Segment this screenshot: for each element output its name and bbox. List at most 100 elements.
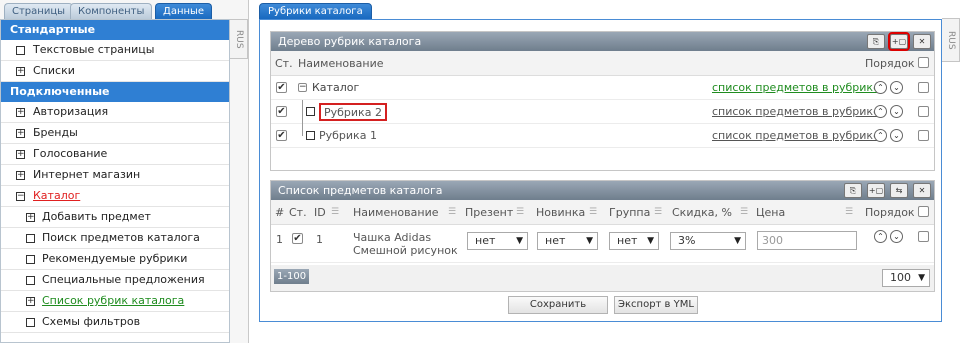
sidebar-subitem-rubric-list[interactable]: + Список рубрик каталога bbox=[1, 291, 229, 312]
sidebar-item-label: Добавить предмет bbox=[42, 210, 151, 223]
status-checkbox[interactable]: ✔ bbox=[276, 130, 287, 141]
tab-components[interactable]: Компоненты bbox=[70, 3, 153, 20]
expand-icon[interactable]: + bbox=[16, 150, 25, 159]
per-page-select[interactable]: 100 ▼ bbox=[882, 269, 930, 287]
discount-select[interactable]: 3% ▼ bbox=[670, 232, 746, 250]
sort-icon[interactable]: ☰ bbox=[589, 200, 597, 225]
page-range[interactable]: 1-100 bbox=[274, 269, 310, 284]
leaf-icon bbox=[306, 107, 315, 116]
tree-table-header: Ст. Наименование Порядок bbox=[271, 51, 934, 76]
tree-line bbox=[302, 100, 303, 124]
sidebar-item-text-pages[interactable]: Текстовые страницы bbox=[1, 40, 229, 61]
tree-row: ✔ − Каталог список предметов в рубрике ⌃… bbox=[271, 76, 934, 100]
row-number: 1 bbox=[276, 233, 283, 246]
delete-icon[interactable]: ✕ bbox=[913, 183, 931, 198]
dropdown-arrow-icon: ▼ bbox=[918, 273, 925, 283]
col-num: # bbox=[275, 206, 285, 219]
dropdown-arrow-icon: ▼ bbox=[516, 236, 523, 246]
sidebar-item-auth[interactable]: + Авторизация bbox=[1, 102, 229, 123]
sidebar-subitem-recommended[interactable]: Рекомендуемые рубрики bbox=[1, 249, 229, 270]
expand-icon[interactable]: + bbox=[26, 213, 35, 222]
sort-icon[interactable]: ☰ bbox=[845, 200, 853, 225]
language-tab[interactable]: RUS bbox=[230, 19, 248, 59]
sort-icon[interactable]: ☰ bbox=[654, 200, 662, 225]
move-up-icon[interactable]: ⌃ bbox=[874, 129, 887, 142]
copy-icon[interactable]: ⎘ bbox=[867, 34, 885, 49]
rubric-name[interactable]: Рубрика 2 bbox=[319, 103, 387, 121]
expand-icon[interactable]: + bbox=[16, 67, 25, 76]
sidebar-subitem-special[interactable]: Специальные предложения bbox=[1, 270, 229, 291]
row-checkbox[interactable] bbox=[918, 82, 929, 93]
present-select[interactable]: нет ▼ bbox=[467, 232, 528, 250]
move-up-icon[interactable]: ⌃ bbox=[874, 81, 887, 94]
move-down-icon[interactable]: ⌄ bbox=[890, 230, 903, 243]
row-checkbox[interactable] bbox=[918, 130, 929, 141]
expand-icon[interactable]: + bbox=[16, 108, 25, 117]
panel-title: Дерево рубрик каталога bbox=[278, 35, 422, 48]
sidebar-item-label: Интернет магазин bbox=[33, 168, 141, 181]
sort-icon[interactable]: ☰ bbox=[331, 200, 339, 225]
group-select[interactable]: нет ▼ bbox=[609, 232, 659, 250]
sidebar-item-label[interactable]: Каталог bbox=[33, 189, 80, 202]
row-checkbox[interactable] bbox=[918, 106, 929, 117]
sidebar-item-lists[interactable]: + Списки bbox=[1, 61, 229, 82]
export-yml-button[interactable]: Экспорт в YML bbox=[614, 296, 698, 314]
collapse-icon[interactable]: − bbox=[16, 192, 25, 201]
select-all-checkbox[interactable] bbox=[918, 206, 929, 217]
copy-icon[interactable]: ⎘ bbox=[844, 183, 862, 198]
items-in-rubric-link[interactable]: список предметов в рубрике bbox=[712, 104, 880, 120]
status-checkbox[interactable]: ✔ bbox=[276, 82, 287, 93]
dropdown-arrow-icon: ▼ bbox=[734, 236, 741, 246]
expand-icon[interactable]: + bbox=[16, 171, 25, 180]
items-in-rubric-link[interactable]: список предметов в рубрике bbox=[712, 128, 880, 144]
col-id: ID bbox=[314, 206, 326, 219]
novelty-select[interactable]: нет ▼ bbox=[537, 232, 598, 250]
sidebar-subitem-search[interactable]: Поиск предметов каталога bbox=[1, 228, 229, 249]
row-checkbox[interactable] bbox=[918, 231, 929, 242]
sidebar-item-label[interactable]: Список рубрик каталога bbox=[42, 294, 184, 307]
sidebar-item-label: Списки bbox=[33, 64, 75, 77]
per-page-value: 100 bbox=[890, 271, 911, 284]
move-down-icon[interactable]: ⌄ bbox=[890, 105, 903, 118]
move-up-icon[interactable]: ⌃ bbox=[874, 105, 887, 118]
leaf-icon bbox=[26, 276, 35, 285]
sidebar-item-voting[interactable]: + Голосование bbox=[1, 144, 229, 165]
expand-icon[interactable]: + bbox=[26, 297, 35, 306]
group-value: нет bbox=[617, 234, 638, 247]
sidebar-item-brands[interactable]: + Бренды bbox=[1, 123, 229, 144]
status-checkbox[interactable]: ✔ bbox=[292, 233, 303, 244]
sort-icon[interactable]: ☰ bbox=[448, 200, 456, 225]
tab-catalog-rubrics[interactable]: Рубрики каталога bbox=[259, 3, 372, 20]
save-button[interactable]: Сохранить bbox=[508, 296, 608, 314]
sidebar-item-catalog[interactable]: − Каталог bbox=[1, 186, 229, 207]
items-in-rubric-link[interactable]: список предметов в рубрике bbox=[712, 80, 880, 96]
sidebar-subitem-filters[interactable]: Схемы фильтров bbox=[1, 312, 229, 333]
sidebar-subitem-add-item[interactable]: + Добавить предмет bbox=[1, 207, 229, 228]
select-all-checkbox[interactable] bbox=[918, 57, 929, 68]
discount-value: 3% bbox=[678, 234, 696, 247]
col-status: Ст. bbox=[289, 206, 307, 219]
sort-icon[interactable]: ☰ bbox=[740, 200, 748, 225]
move-down-icon[interactable]: ⌄ bbox=[890, 81, 903, 94]
delete-icon[interactable]: ✕ bbox=[913, 34, 931, 49]
col-novelty: Новинка bbox=[536, 206, 586, 219]
language-tab[interactable]: RUS bbox=[942, 18, 960, 62]
sidebar-item-shop[interactable]: + Интернет магазин bbox=[1, 165, 229, 186]
expand-icon[interactable]: + bbox=[16, 129, 25, 138]
sort-icon[interactable]: ☰ bbox=[516, 200, 524, 225]
move-down-icon[interactable]: ⌄ bbox=[890, 129, 903, 142]
tree-row: ✔ Рубрика 1 список предметов в рубрике ⌃… bbox=[271, 124, 934, 148]
collapse-icon[interactable]: − bbox=[298, 83, 307, 92]
status-checkbox[interactable]: ✔ bbox=[276, 106, 287, 117]
panel-title: Список предметов каталога bbox=[278, 184, 443, 197]
tab-data[interactable]: Данные bbox=[155, 3, 213, 20]
add-item-icon[interactable]: +▢ bbox=[867, 183, 885, 198]
price-input[interactable]: 300 bbox=[757, 231, 857, 250]
item-name[interactable]: Чашка Adidas Смешной рисунок bbox=[353, 231, 458, 257]
tab-pages[interactable]: Страницы bbox=[4, 3, 74, 20]
add-rubric-icon[interactable]: +▢ bbox=[888, 32, 910, 51]
move-up-icon[interactable]: ⌃ bbox=[874, 230, 887, 243]
move-icon[interactable]: ⇆ bbox=[890, 183, 908, 198]
rubric-name: Рубрика 1 bbox=[319, 129, 377, 142]
left-sidebar: Страницы Компоненты Данные Стандартные Т… bbox=[0, 0, 249, 343]
